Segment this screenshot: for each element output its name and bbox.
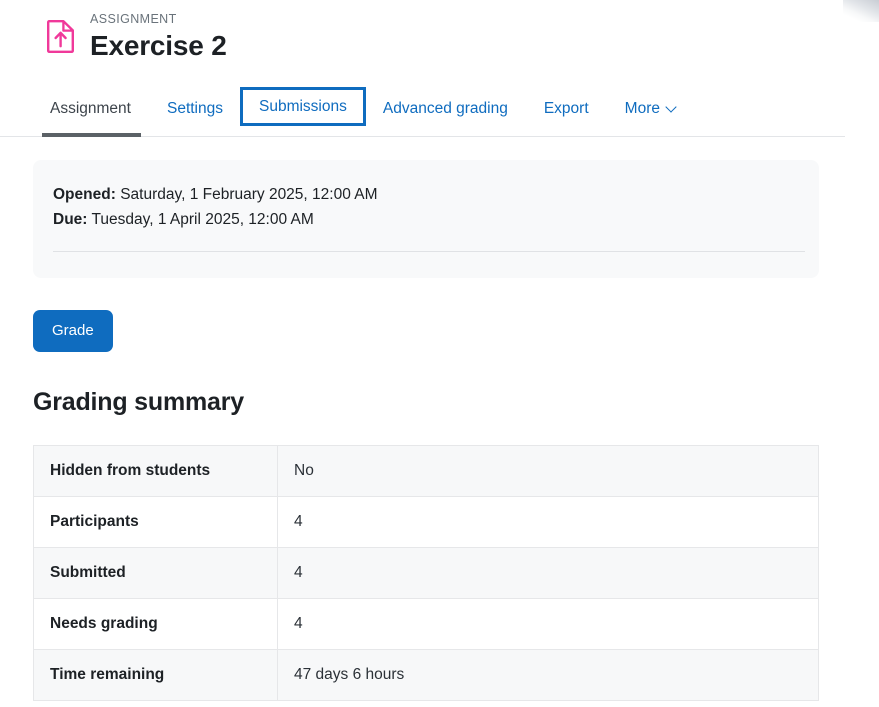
grading-summary-title: Grading summary (33, 388, 244, 416)
tab-assignment[interactable]: Assignment (34, 82, 149, 137)
table-row: Hidden from students No (33, 445, 819, 497)
grade-action-row: Grade (33, 310, 819, 352)
page-title: Exercise 2 (90, 30, 227, 61)
tab-more[interactable]: More (607, 82, 694, 136)
row-value: No (277, 445, 819, 497)
panel-divider (53, 251, 805, 252)
tab-advanced-grading[interactable]: Advanced grading (365, 82, 526, 136)
opened-value: Saturday, 1 February 2025, 12:00 AM (120, 186, 378, 203)
tab-list: Assignment Settings Submissions Advanced… (0, 82, 845, 137)
activity-type-label: ASSIGNMENT (90, 12, 177, 26)
grade-button[interactable]: Grade (33, 310, 113, 352)
assignment-upload-icon (45, 19, 77, 53)
grading-summary-body: Hidden from students No Participants 4 S… (33, 445, 819, 701)
row-value: 4 (277, 496, 819, 548)
row-value: 47 days 6 hours (277, 649, 819, 701)
scrollbar-corner-artifact (843, 0, 879, 22)
main-content: Opened: Saturday, 1 February 2025, 12:00… (33, 160, 819, 701)
row-value: 4 (277, 598, 819, 650)
tab-submissions[interactable]: Submissions (240, 87, 366, 126)
table-row: Submitted 4 (33, 547, 819, 599)
row-label: Hidden from students (33, 445, 278, 497)
activity-dates-panel: Opened: Saturday, 1 February 2025, 12:00… (33, 160, 819, 278)
row-label: Submitted (33, 547, 278, 599)
opened-label: Opened: (53, 186, 116, 203)
due-date-line: Due: Tuesday, 1 April 2025, 12:00 AM (53, 207, 799, 232)
tab-more-label: More (624, 100, 660, 117)
tab-export[interactable]: Export (526, 82, 607, 136)
activity-tab-bar: Assignment Settings Submissions Advanced… (0, 82, 845, 137)
table-row: Needs grading 4 (33, 598, 819, 650)
opened-date-line: Opened: Saturday, 1 February 2025, 12:00… (53, 182, 799, 207)
page-header: ASSIGNMENT Exercise 2 (0, 0, 845, 64)
grading-summary-table: Hidden from students No Participants 4 S… (33, 445, 819, 701)
table-row: Participants 4 (33, 496, 819, 548)
due-value: Tuesday, 1 April 2025, 12:00 AM (91, 211, 314, 228)
chevron-down-icon (667, 103, 676, 112)
row-label: Needs grading (33, 598, 278, 650)
assignment-page: ASSIGNMENT Exercise 2 Assignment Setting… (0, 0, 879, 707)
row-label: Time remaining (33, 649, 278, 701)
header-text: ASSIGNMENT Exercise 2 (90, 8, 227, 64)
row-label: Participants (33, 496, 278, 548)
table-row: Time remaining 47 days 6 hours (33, 649, 819, 701)
tab-settings[interactable]: Settings (149, 82, 241, 136)
due-label: Due: (53, 211, 88, 228)
row-value: 4 (277, 547, 819, 599)
